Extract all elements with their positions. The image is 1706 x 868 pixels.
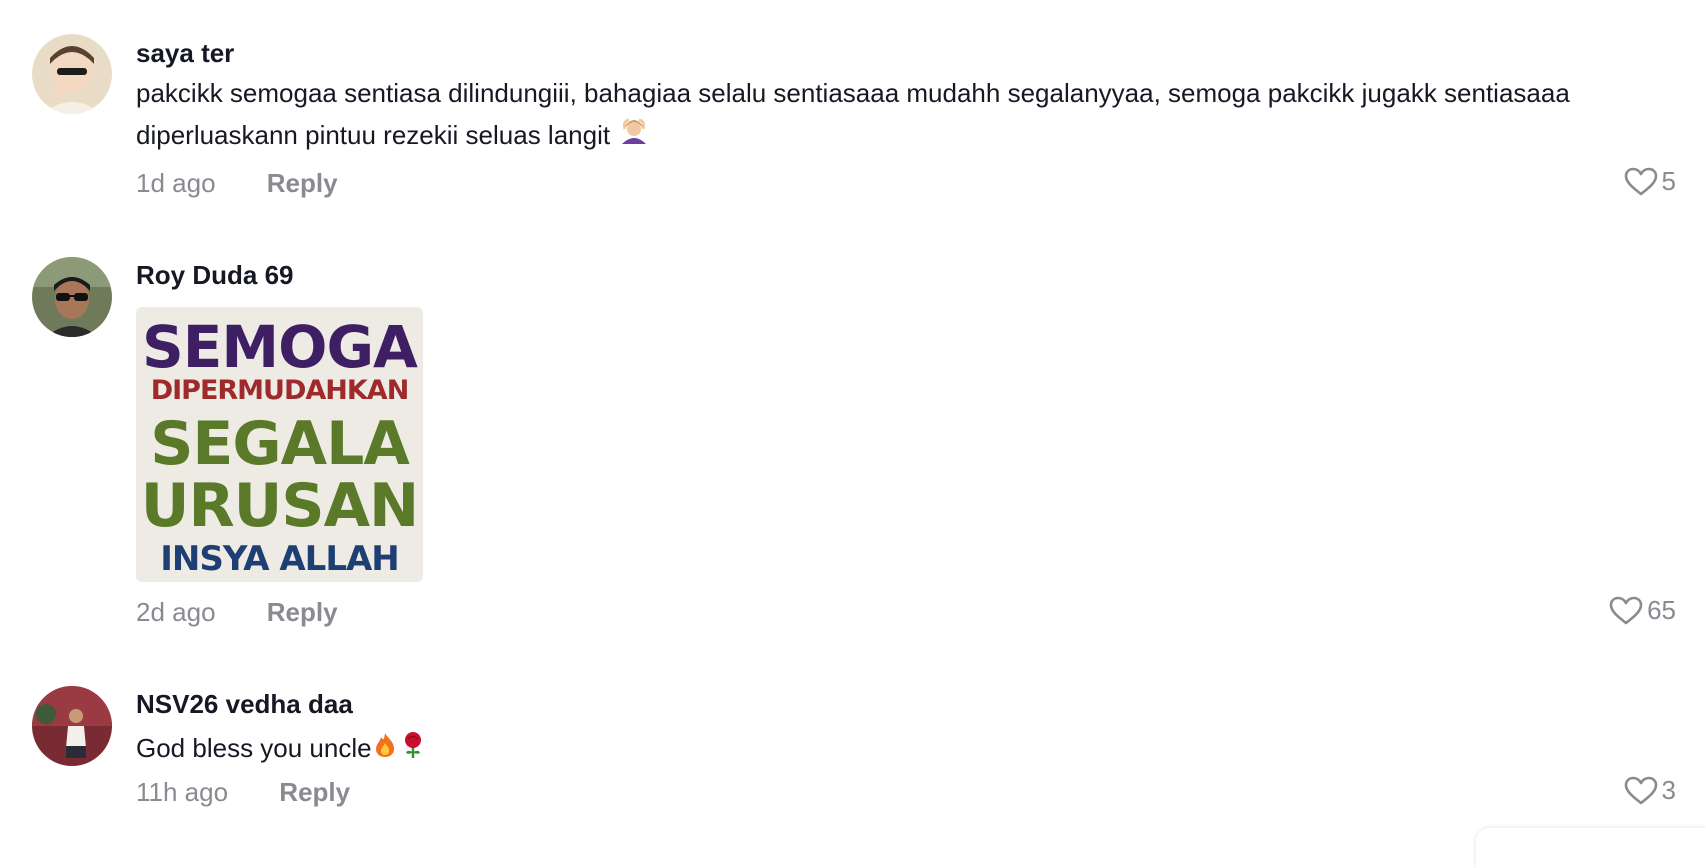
like-count: 65 — [1647, 595, 1676, 625]
sticker-line: DIPERMUDAHKAN — [150, 375, 410, 406]
comment-username[interactable]: saya ter — [136, 38, 234, 69]
person-gesturing-ok-icon — [619, 116, 649, 158]
reply-button[interactable]: Reply — [267, 168, 338, 198]
sticker-line: SEMOGA — [142, 313, 418, 381]
sticker-line: SEGALA — [150, 409, 410, 479]
comment-text-content: God bless you uncle — [136, 733, 372, 763]
avatar[interactable] — [32, 257, 112, 337]
comment-username[interactable]: Roy Duda 69 — [136, 260, 294, 291]
sticker-line: URUSAN — [140, 471, 420, 541]
like-count: 5 — [1661, 166, 1676, 196]
comment-text-content: pakcikk semogaa sentiasa dilindungiii, b… — [136, 78, 1570, 150]
like-button[interactable]: 5 — [1624, 166, 1676, 197]
like-button[interactable]: 65 — [1609, 595, 1676, 626]
heart-icon — [1624, 167, 1658, 197]
reply-button[interactable]: Reply — [267, 597, 338, 627]
heart-icon — [1609, 596, 1643, 626]
comment-meta: 1d ago Reply — [136, 168, 338, 199]
bottom-panel-edge — [1476, 828, 1706, 868]
comment-meta: 2d ago Reply — [136, 597, 338, 628]
comment-timestamp: 11h ago — [136, 777, 229, 807]
comment-meta: 11h ago Reply — [136, 777, 350, 808]
comment-timestamp: 1d ago — [136, 168, 216, 198]
heart-icon — [1624, 776, 1658, 806]
like-button[interactable]: 3 — [1624, 775, 1676, 806]
fire-icon — [372, 729, 398, 771]
comment-text: pakcikk semogaa sentiasa dilindungiii, b… — [136, 72, 1656, 158]
rose-icon — [400, 729, 426, 771]
comment-text: God bless you uncle — [136, 727, 1656, 771]
comment-timestamp: 2d ago — [136, 597, 216, 627]
comment-username[interactable]: NSV26 vedha daa — [136, 689, 353, 720]
sticker-line: INSYA ALLAH — [160, 539, 400, 579]
avatar[interactable] — [32, 686, 112, 766]
like-count: 3 — [1661, 775, 1676, 805]
avatar[interactable] — [32, 34, 112, 114]
sticker-image: SEMOGA DIPERMUDAHKAN SEGALA URUSAN INSYA… — [136, 307, 423, 582]
reply-button[interactable]: Reply — [279, 777, 350, 807]
